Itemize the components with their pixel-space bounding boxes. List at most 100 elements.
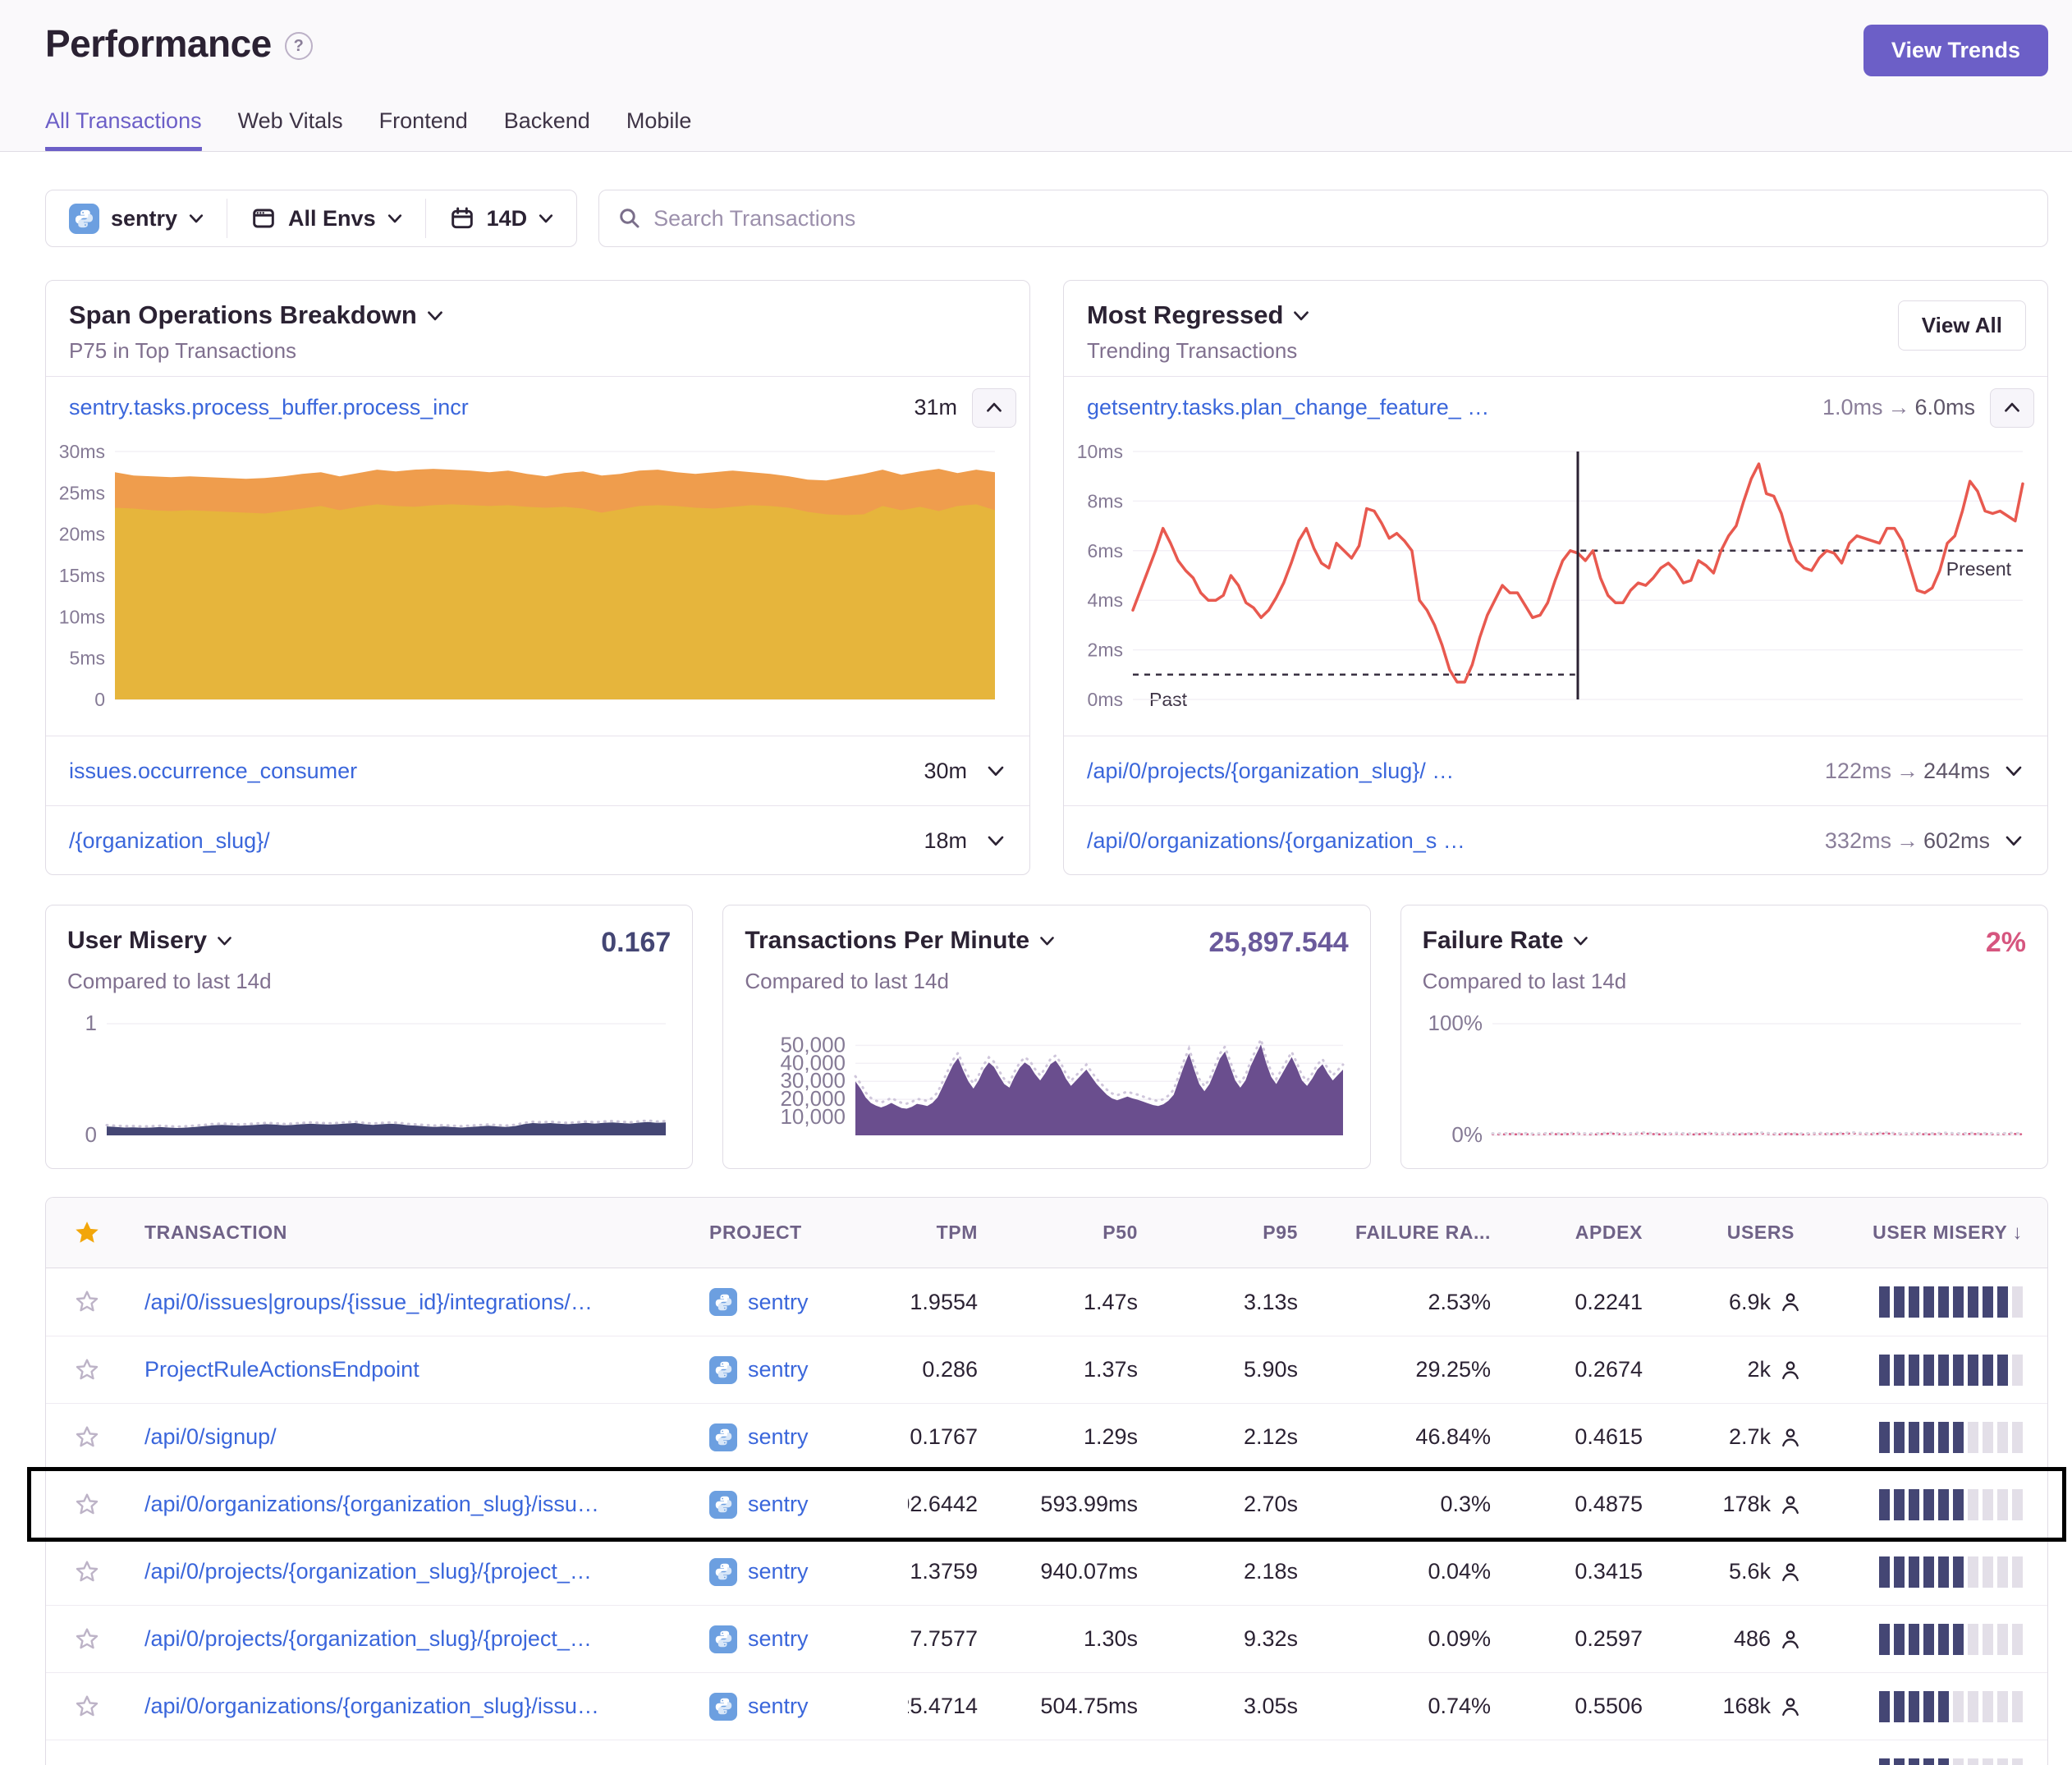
favorite-star-icon[interactable] <box>46 1626 128 1653</box>
collapse-button[interactable] <box>1990 388 2034 428</box>
environment-filter[interactable]: All Envs <box>227 190 425 246</box>
transaction-link[interactable]: /api/0/organizations/{organization_slug}… <box>144 1694 599 1719</box>
failure-rate-dropdown[interactable]: Failure Rate <box>1423 927 1986 955</box>
project-link[interactable]: sentry <box>748 1290 809 1315</box>
column-header-p95[interactable]: P95 <box>1175 1222 1335 1244</box>
project-link[interactable]: sentry <box>748 1492 809 1517</box>
panel-title: Span Operations Breakdown <box>69 300 417 330</box>
tab-backend[interactable]: Backend <box>504 108 590 151</box>
project-link[interactable]: sentry <box>748 1559 809 1584</box>
failure-rate-value: 0.09% <box>1335 1626 1528 1652</box>
help-icon[interactable]: ? <box>285 32 313 60</box>
transaction-link[interactable]: /api/0/organizations/{organization_slug}… <box>144 1492 599 1517</box>
transaction-link[interactable]: /api/0/organizations/{organization_s … <box>1087 828 1825 854</box>
svg-text:100%: 100% <box>1428 1015 1483 1035</box>
project-link[interactable]: sentry <box>748 1357 809 1382</box>
p95-value: 2.70s <box>1175 1492 1335 1517</box>
column-header-transaction[interactable]: TRANSACTION <box>128 1222 694 1244</box>
column-header-project[interactable]: PROJECT <box>694 1222 908 1244</box>
svg-text:20ms: 20ms <box>59 524 105 545</box>
apdex-value: 0.2597 <box>1528 1626 1680 1652</box>
table-row[interactable]: /api/0/organizations/{organization_slug}… <box>46 1470 2047 1538</box>
date-range-filter[interactable]: 14D <box>426 190 577 246</box>
tab-web-vitals[interactable]: Web Vitals <box>238 108 343 151</box>
users-value: 486 <box>1680 1626 1831 1652</box>
favorite-star-icon[interactable] <box>46 1559 128 1585</box>
p95-value: 2.18s <box>1175 1559 1335 1584</box>
expand-chevron-down-icon[interactable] <box>2005 834 2023 847</box>
expand-chevron-down-icon[interactable] <box>987 764 1005 777</box>
svg-text:25ms: 25ms <box>59 482 105 503</box>
tab-frontend[interactable]: Frontend <box>379 108 468 151</box>
span-ops-title-dropdown[interactable]: Span Operations Breakdown <box>69 300 1006 330</box>
table-row[interactable]: ProjectRuleActionsEndpointsentry0.2861.3… <box>46 1336 2047 1403</box>
collapse-button[interactable] <box>972 388 1016 428</box>
view-trends-button[interactable]: View Trends <box>1863 25 2048 76</box>
project-link[interactable]: sentry <box>748 1626 809 1652</box>
transaction-link[interactable]: /api/0/projects/{organization_slug}/{pro… <box>144 1559 592 1584</box>
column-header-p50[interactable]: P50 <box>1015 1222 1175 1244</box>
failure-rate-value: 46.84% <box>1335 1424 1528 1450</box>
column-header-apdex[interactable]: APDEX <box>1528 1222 1680 1244</box>
user-misery-bars <box>1831 1286 2047 1318</box>
user-icon <box>1779 1359 1802 1382</box>
project-link[interactable]: sentry <box>748 1694 809 1719</box>
users-value: 2k <box>1680 1357 1831 1382</box>
column-header-failure-rate[interactable]: FAILURE RA... <box>1335 1222 1528 1244</box>
user-misery-bars <box>1831 1355 2047 1386</box>
transaction-link[interactable]: /api/0/projects/{organization_slug}/{pro… <box>144 1626 592 1652</box>
column-header-tpm[interactable]: TPM <box>908 1222 1015 1244</box>
project-link[interactable]: sentry <box>748 1424 809 1450</box>
column-header-users[interactable]: USERS <box>1680 1222 1831 1244</box>
table-row[interactable]: /api/0/issues|groups/{issue_id}/integrat… <box>46 1268 2047 1336</box>
failure-rate-value: 0.04% <box>1335 1559 1528 1584</box>
transaction-link[interactable]: /api/0/projects/{organization_slug}/ … <box>1087 759 1825 784</box>
search-input[interactable] <box>653 206 2029 232</box>
regression-change: 1.0ms→6.0ms <box>1822 395 1975 420</box>
python-project-icon <box>69 204 99 234</box>
table-row[interactable]: /api/0/projects/{organization_slug}/{pro… <box>46 1605 2047 1672</box>
p50-value: 1.29s <box>1015 1424 1175 1450</box>
apdex-value: 0.5506 <box>1528 1694 1680 1719</box>
chevron-down-icon <box>427 309 443 322</box>
svg-text:15ms: 15ms <box>59 565 105 586</box>
transaction-link[interactable]: /api/0/signup/ <box>144 1424 277 1450</box>
project-filter[interactable]: sentry <box>46 190 227 246</box>
expand-chevron-down-icon[interactable] <box>2005 764 2023 777</box>
favorite-star-icon[interactable] <box>46 1694 128 1720</box>
tab-mobile[interactable]: Mobile <box>626 108 692 151</box>
search-box[interactable] <box>598 190 2048 247</box>
favorite-star-icon[interactable] <box>46 1289 128 1315</box>
expand-chevron-down-icon[interactable] <box>987 834 1005 847</box>
span-op-link[interactable]: /{organization_slug}/ <box>69 828 924 854</box>
python-project-icon <box>709 1356 737 1384</box>
user-icon <box>1779 1493 1802 1516</box>
user-misery-dropdown[interactable]: User Misery <box>67 927 601 955</box>
sort-desc-icon: ↓ <box>2012 1222 2023 1245</box>
p50-value: 504.75ms <box>1015 1694 1175 1719</box>
failure-rate-value: 29.25% <box>1335 1357 1528 1382</box>
favorite-star-icon[interactable] <box>46 1492 128 1518</box>
failure-rate-value: 0.3% <box>1335 1492 1528 1517</box>
view-all-button[interactable]: View All <box>1898 300 2026 351</box>
table-row[interactable] <box>46 1740 2047 1765</box>
transaction-link[interactable]: /api/0/issues|groups/{issue_id}/integrat… <box>144 1290 593 1315</box>
favorites-header-star-icon[interactable] <box>46 1219 128 1247</box>
arrow-right-icon: → <box>1891 759 1923 783</box>
transaction-link[interactable]: ProjectRuleActionsEndpoint <box>144 1357 419 1382</box>
span-op-link[interactable]: issues.occurrence_consumer <box>69 759 924 784</box>
favorite-star-icon[interactable] <box>46 1424 128 1451</box>
table-row[interactable]: /api/0/organizations/{organization_slug}… <box>46 1672 2047 1740</box>
span-op-link[interactable]: sentry.tasks.process_buffer.process_incr <box>69 395 914 420</box>
tab-all-transactions[interactable]: All Transactions <box>45 108 202 151</box>
column-header-user-misery[interactable]: USER MISERY↓ <box>1831 1222 2047 1245</box>
tpm-dropdown[interactable]: Transactions Per Minute <box>745 927 1208 955</box>
table-row[interactable]: /api/0/signup/sentry0.17671.29s2.12s46.8… <box>46 1403 2047 1470</box>
most-regressed-title-dropdown[interactable]: Most Regressed <box>1087 300 2024 330</box>
tpm-value: 0.286 <box>908 1357 1015 1382</box>
transaction-link[interactable]: getsentry.tasks.plan_change_feature_ … <box>1087 395 1822 420</box>
favorite-star-icon[interactable] <box>46 1357 128 1383</box>
chevron-down-icon <box>387 213 402 224</box>
table-row[interactable]: /api/0/projects/{organization_slug}/{pro… <box>46 1538 2047 1605</box>
apdex-value: 0.2674 <box>1528 1357 1680 1382</box>
